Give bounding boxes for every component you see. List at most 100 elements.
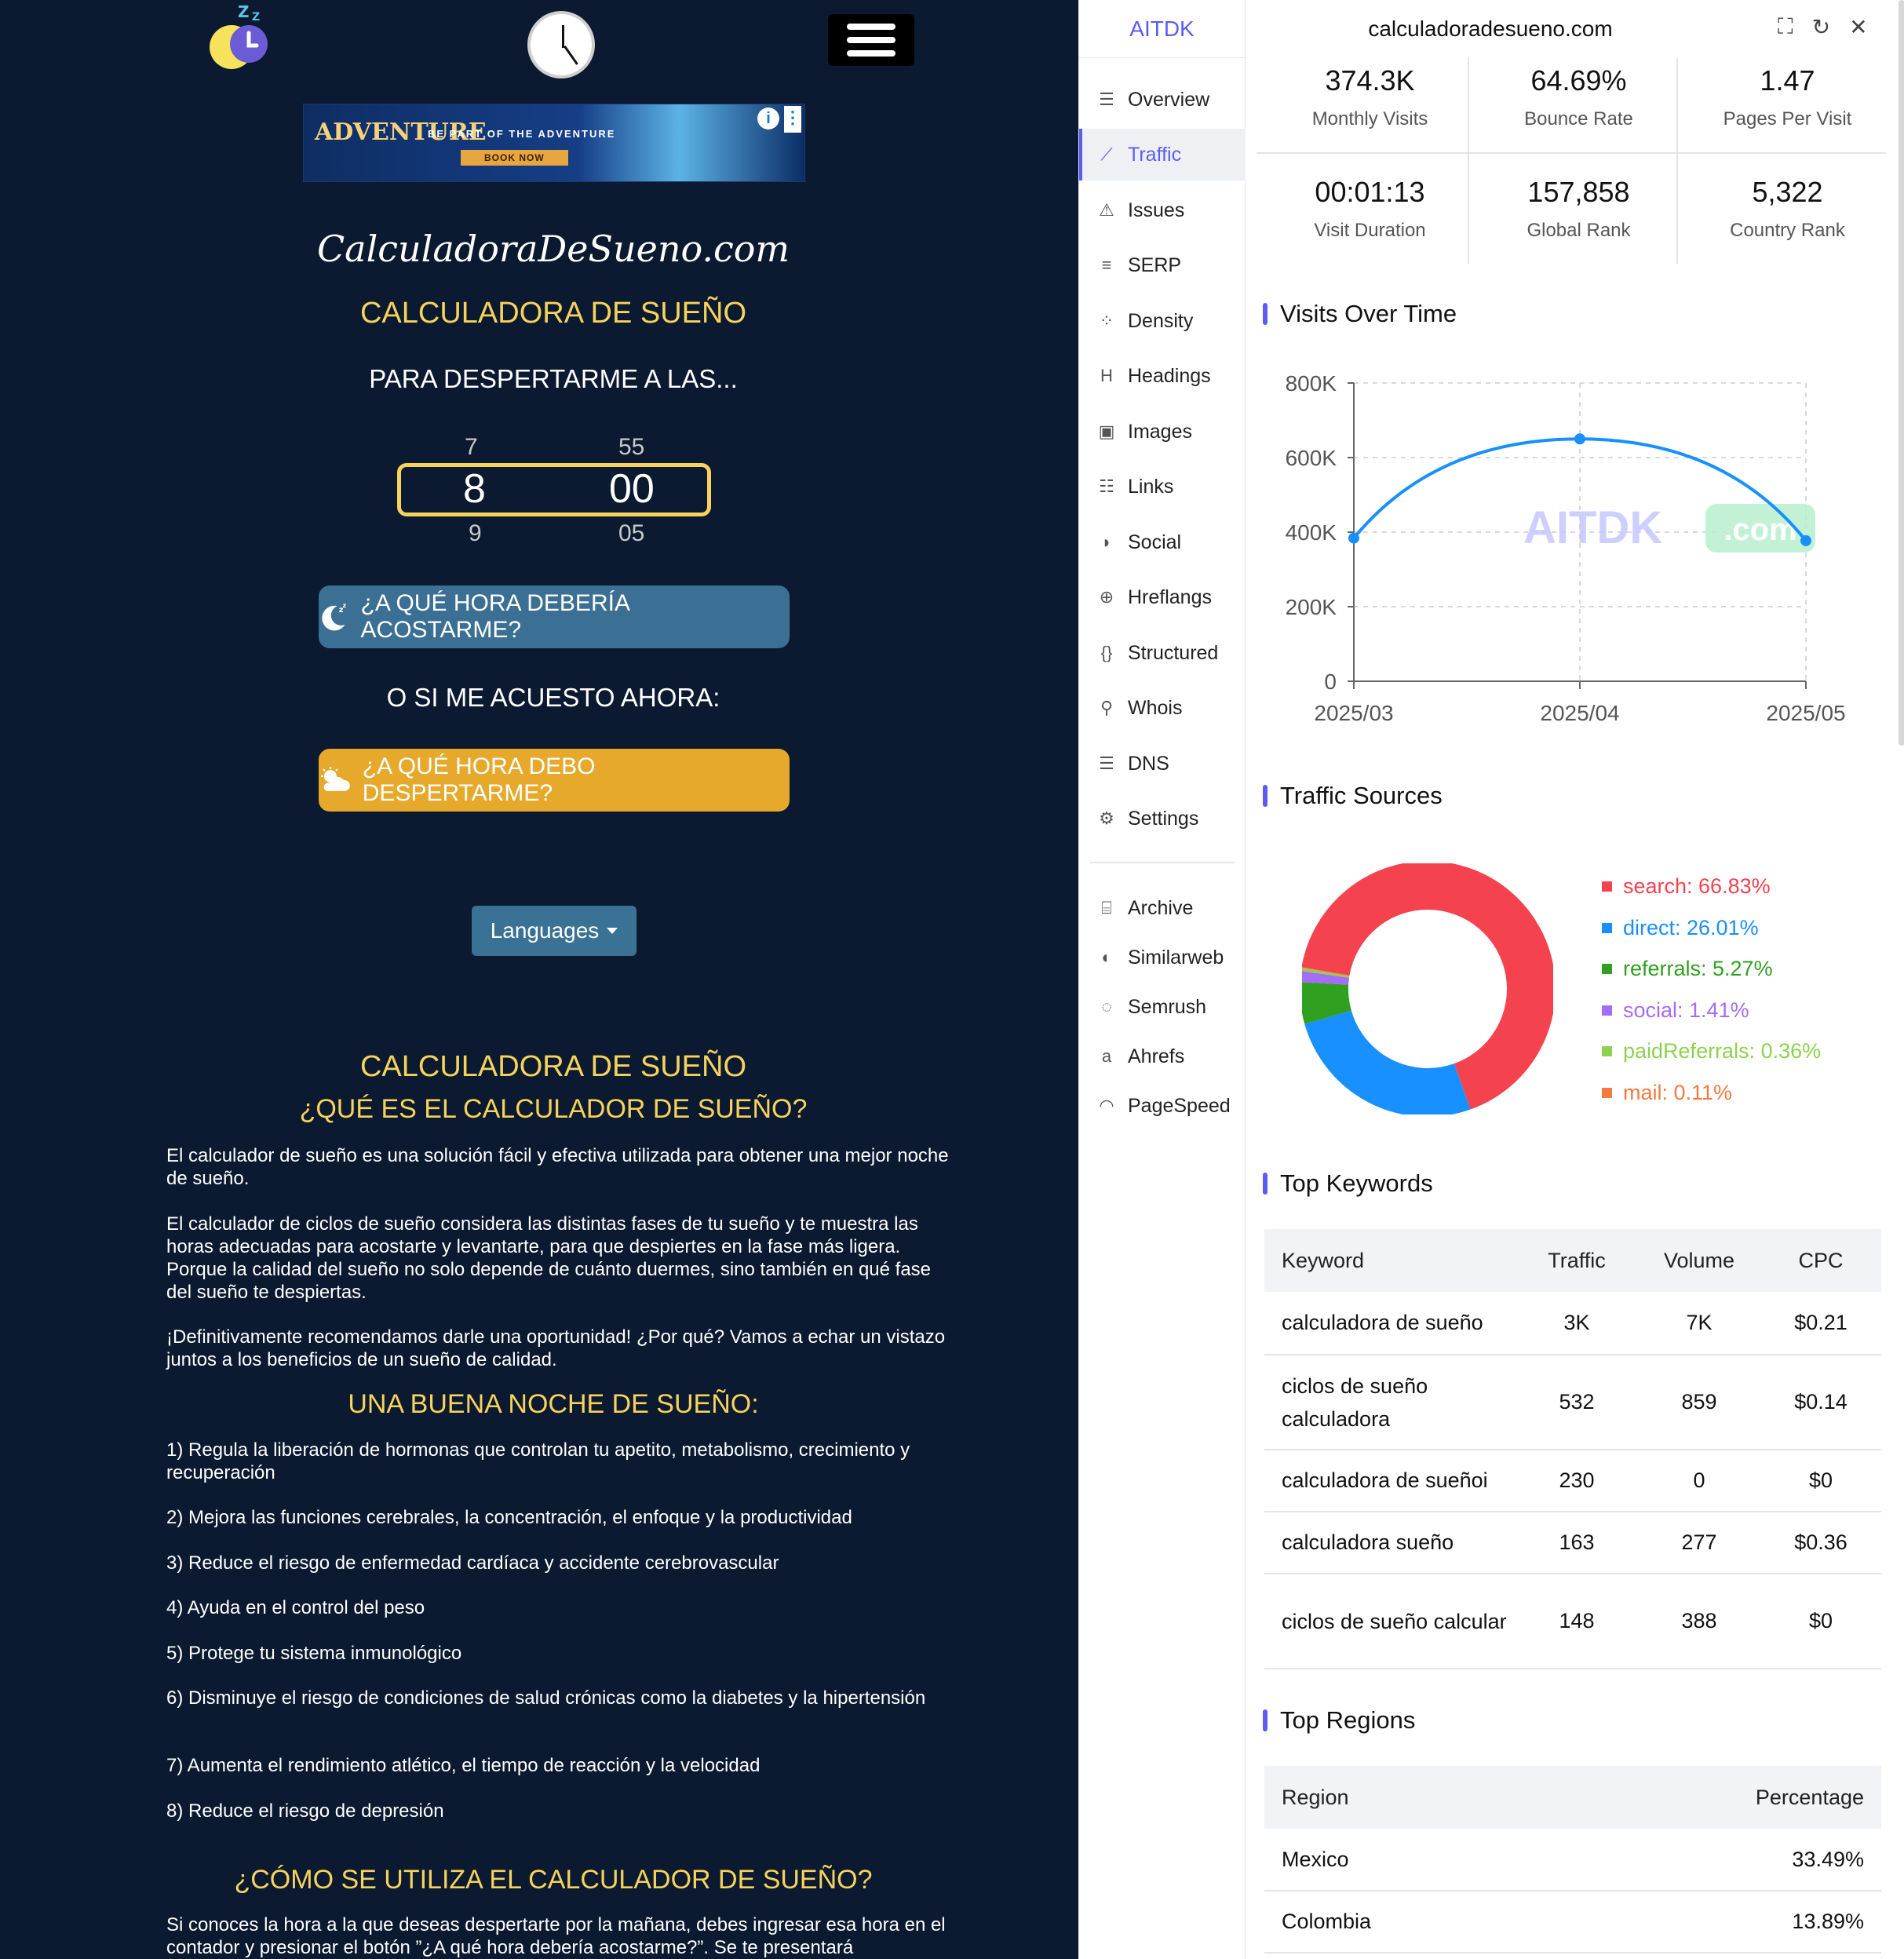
legend-label: search: 66.83% bbox=[1623, 874, 1771, 898]
keyword-cell[interactable]: ciclos de sueño calcular bbox=[1264, 1574, 1516, 1669]
scrollbar[interactable] bbox=[1899, 0, 1904, 746]
wakeup-button[interactable]: ¿A QUÉ HORA DEBO DESPERTARME? bbox=[319, 749, 790, 812]
how-to-heading: ¿CÓMO SE UTILIZA EL CALCULADOR DE SUEÑO? bbox=[234, 1865, 873, 1895]
stat-monthly-visits: 374.3K Monthly Visits bbox=[1266, 64, 1474, 130]
ad-menu-icon[interactable]: ⋮ bbox=[784, 106, 801, 133]
traffic-cell: 3K bbox=[1516, 1292, 1638, 1355]
y-tick-label: 0 bbox=[1324, 669, 1337, 694]
sidebar-item-similarweb[interactable]: ◐ Similarweb bbox=[1079, 932, 1246, 983]
legend-item-referrals[interactable]: referrals: 5.27% bbox=[1602, 957, 1773, 981]
sidebar-item-label: SERP bbox=[1128, 254, 1182, 276]
sidebar-item-ahrefs[interactable]: a Ahrefs bbox=[1079, 1031, 1246, 1082]
crop-icon[interactable]: ⛶ bbox=[1778, 14, 1793, 40]
keyword-cell[interactable]: ciclos de sueño calculadora bbox=[1264, 1355, 1516, 1450]
cpc-cell: $0.36 bbox=[1760, 1512, 1881, 1574]
hour-value[interactable]: 8 bbox=[463, 465, 486, 513]
col-cpc[interactable]: CPC bbox=[1760, 1229, 1881, 1292]
legend-item-direct[interactable]: direct: 26.01% bbox=[1602, 916, 1759, 940]
close-icon[interactable]: ✕ bbox=[1849, 14, 1867, 40]
traffic-cell: 148 bbox=[1516, 1574, 1638, 1669]
sidebar-item-density[interactable]: ⁘ Density bbox=[1079, 295, 1246, 347]
time-picker[interactable] bbox=[397, 463, 711, 516]
sidebar-item-semrush[interactable]: ◌ Semrush bbox=[1079, 981, 1246, 1033]
sidebar-item-dns[interactable]: ☰ DNS bbox=[1079, 738, 1246, 790]
bedtime-button[interactable]: z z ¿A QUÉ HORA DEBERÍA ACOSTARME? bbox=[319, 586, 790, 648]
benefit-item: 1) Regula la liberación de hormonas que … bbox=[166, 1439, 910, 1483]
refresh-icon[interactable]: ↻ bbox=[1812, 14, 1830, 40]
menu-hamburger-button[interactable] bbox=[828, 14, 914, 66]
sidebar-item-whois[interactable]: ⚲ Whois bbox=[1079, 682, 1246, 734]
legend-item-paidReferrals[interactable]: paidReferrals: 0.36% bbox=[1602, 1039, 1821, 1063]
grid-divider bbox=[1676, 58, 1678, 264]
benefit-item: 5) Protege tu sistema inmunológico bbox=[166, 1643, 462, 1664]
col-percentage[interactable]: Percentage bbox=[1548, 1766, 1881, 1829]
sidebar-item-serp[interactable]: ≡ SERP bbox=[1079, 239, 1246, 291]
minute-value[interactable]: 00 bbox=[609, 465, 655, 513]
watermark-text: AITDK bbox=[1523, 502, 1662, 553]
cpc-cell: $0.14 bbox=[1760, 1355, 1881, 1450]
stat-country-rank: 5,322 Country Rank bbox=[1683, 176, 1891, 242]
legend-item-mail[interactable]: mail: 0.11% bbox=[1602, 1081, 1732, 1105]
ahrefs-icon: a bbox=[1101, 1046, 1112, 1066]
sidebar-item-label: Images bbox=[1128, 420, 1192, 443]
aitdk-brand[interactable]: AITDK bbox=[1079, 0, 1246, 58]
benefit-item: 6) Disminuye el riesgo de condiciones de… bbox=[166, 1687, 926, 1709]
hour-next[interactable]: 9 bbox=[469, 520, 482, 547]
bedtime-button-label: ¿A QUÉ HORA DEBERÍA ACOSTARME? bbox=[360, 590, 629, 643]
server-icon: ☰ bbox=[1099, 753, 1114, 773]
benefit-item: 2) Mejora las funciones cerebrales, la c… bbox=[166, 1507, 852, 1528]
benefit-item: 4) Ayuda en el control del peso bbox=[166, 1597, 425, 1618]
ad-tagline: BE PART OF THE ADVENTURE bbox=[428, 128, 616, 140]
grid-divider bbox=[1468, 58, 1469, 264]
title-accent bbox=[1263, 785, 1268, 807]
legend-item-social[interactable]: social: 1.41% bbox=[1602, 998, 1749, 1023]
keyword-cell[interactable]: calculadora sueño bbox=[1264, 1512, 1516, 1574]
sidebar-item-images[interactable]: ▣ Images bbox=[1079, 406, 1246, 458]
sidebar-item-traffic[interactable]: ⟋ Traffic bbox=[1079, 129, 1246, 181]
sidebar-item-headings[interactable]: H Headings bbox=[1079, 350, 1246, 402]
sleep-logo-icon[interactable]: Z Z bbox=[200, 0, 275, 75]
col-region[interactable]: Region bbox=[1264, 1766, 1548, 1829]
sidebar-item-structured[interactable]: {} Structured bbox=[1079, 627, 1246, 679]
sidebar-item-hreflangs[interactable]: ⊕ Hreflangs bbox=[1079, 571, 1246, 623]
volume-cell: 0 bbox=[1638, 1450, 1760, 1512]
section-title-label: Traffic Sources bbox=[1280, 782, 1443, 809]
ad-banner[interactable]: ADVENTURE BE PART OF THE ADVENTURE BOOK … bbox=[303, 104, 805, 182]
website-panel: Z Z ADVENTURE BE PART OF THE ADVENTURE B… bbox=[0, 0, 1078, 1959]
legend-label: paidReferrals: 0.36% bbox=[1623, 1039, 1822, 1063]
site-logo-text[interactable]: CalculadoraDeSueno.com bbox=[0, 228, 1078, 270]
sidebar-item-pagespeed[interactable]: ◠ PageSpeed bbox=[1079, 1080, 1246, 1132]
hour-prev[interactable]: 7 bbox=[465, 434, 478, 461]
volume-cell: 277 bbox=[1638, 1512, 1760, 1574]
col-volume[interactable]: Volume bbox=[1638, 1229, 1760, 1292]
sun-cloud-icon bbox=[320, 767, 350, 791]
sidebar-item-archive[interactable]: ⌸ Archive bbox=[1079, 882, 1246, 934]
page-title: CALCULADORA DE SUEÑO bbox=[359, 297, 746, 330]
minute-next[interactable]: 05 bbox=[618, 520, 644, 547]
semrush-icon: ◌ bbox=[1101, 997, 1112, 1016]
sidebar-item-label: Archive bbox=[1128, 896, 1194, 919]
y-tick-label: 200K bbox=[1286, 595, 1337, 619]
ad-info-icon[interactable]: i bbox=[757, 108, 779, 130]
sidebar-item-label: Links bbox=[1128, 475, 1174, 498]
sidebar-item-label: Similarweb bbox=[1128, 946, 1224, 969]
col-keyword[interactable]: Keyword bbox=[1264, 1229, 1516, 1292]
sidebar-item-issues[interactable]: ⚠ Issues bbox=[1079, 184, 1246, 236]
stat-label: Country Rank bbox=[1730, 220, 1845, 241]
sidebar-nav: ☰ Overview ⟋ Traffic ⚠ Issues ≡ SERP ⁘ Densit… bbox=[1079, 58, 1246, 1959]
minute-prev[interactable]: 55 bbox=[618, 434, 644, 461]
sidebar-item-social[interactable]: ◗ Social bbox=[1079, 516, 1246, 568]
ad-book-now-button[interactable]: BOOK NOW bbox=[461, 150, 568, 166]
overview-icon: ☰ bbox=[1099, 89, 1114, 109]
serp-icon: ≡ bbox=[1101, 255, 1112, 275]
keyword-cell[interactable]: calculadora de sueñoi bbox=[1264, 1450, 1516, 1512]
col-traffic[interactable]: Traffic bbox=[1516, 1229, 1638, 1292]
languages-dropdown[interactable]: Languages bbox=[472, 906, 636, 956]
sidebar-item-settings[interactable]: ⚙ Settings bbox=[1079, 793, 1246, 845]
sidebar-item-links[interactable]: ☷ Links bbox=[1079, 461, 1246, 513]
stat-value: 5,322 bbox=[1752, 176, 1823, 208]
legend-item-search[interactable]: search: 66.83% bbox=[1602, 874, 1771, 899]
sidebar-item-overview[interactable]: ☰ Overview bbox=[1079, 74, 1246, 126]
keyword-cell[interactable]: calculadora de sueño bbox=[1264, 1292, 1516, 1355]
caret-down-icon bbox=[607, 928, 618, 934]
